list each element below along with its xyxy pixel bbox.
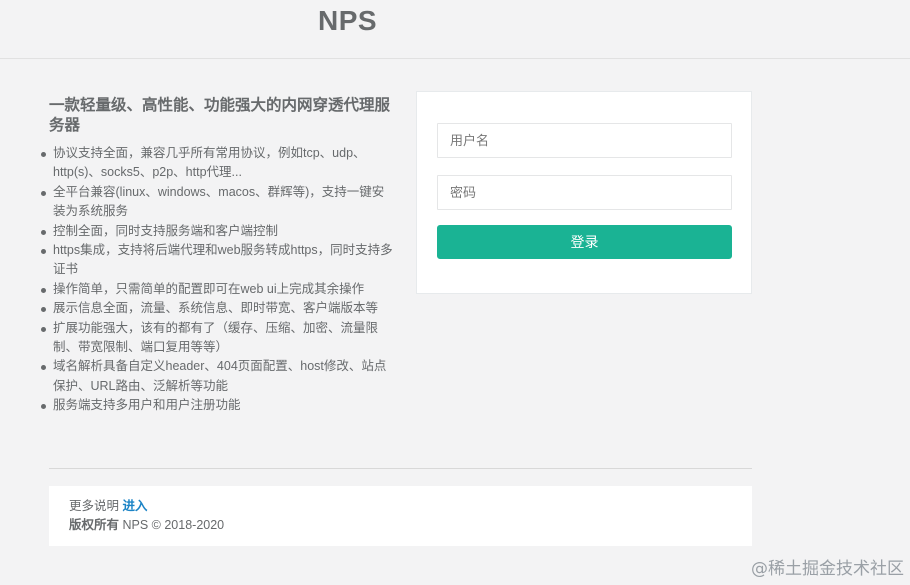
- feature-item: 服务端支持多用户和用户注册功能: [41, 396, 394, 415]
- feature-item: 展示信息全面，流量、系统信息、即时带宽、客户端版本等: [41, 299, 394, 318]
- feature-item: 域名解析具备自定义header、404页面配置、host修改、站点保护、URL路…: [41, 357, 394, 396]
- feature-text: 控制全面，同时支持服务端和客户端控制: [53, 223, 279, 238]
- copyright-label: 版权所有: [69, 518, 120, 532]
- section-divider: [49, 468, 752, 469]
- bullet-icon: [41, 365, 46, 371]
- feature-text: 操作简单，只需简单的配置即可在web ui上完成其余操作: [53, 281, 365, 296]
- feature-text: 服务端支持多用户和用户注册功能: [53, 398, 241, 413]
- watermark-text: @稀土掘金技术社区: [751, 559, 904, 579]
- feature-item: 控制全面，同时支持服务端和客户端控制: [41, 222, 394, 241]
- password-input[interactable]: [437, 175, 732, 210]
- bullet-icon: [41, 249, 46, 255]
- feature-item: 全平台兼容(linux、windows、macos、群辉等)，支持一键安装为系统…: [41, 183, 394, 222]
- bullet-icon: [41, 404, 46, 410]
- feature-text: 协议支持全面，兼容几乎所有常用协议，例如tcp、udp、http(s)、sock…: [53, 146, 366, 180]
- bullet-icon: [41, 307, 46, 313]
- bullet-icon: [41, 326, 46, 332]
- intro-section: 一款轻量级、高性能、功能强大的内网穿透代理服务器 协议支持全面，兼容几乎所有常用…: [41, 96, 394, 416]
- feature-text: 域名解析具备自定义header、404页面配置、host修改、站点保护、URL路…: [53, 359, 387, 393]
- footer-more-row: 更多说明 进入: [69, 497, 732, 516]
- bullet-icon: [41, 287, 46, 293]
- feature-item: https集成，支持将后端代理和web服务转成https，同时支持多证书: [41, 241, 394, 280]
- feature-text: 全平台兼容(linux、windows、macos、群辉等)，支持一键安装为系统…: [53, 184, 385, 219]
- bullet-icon: [41, 190, 46, 196]
- feature-item: 扩展功能强大，该有的都有了（缓存、压缩、加密、流量限制、带宽限制、端口复用等等）: [41, 319, 394, 358]
- bullet-icon: [41, 229, 46, 235]
- feature-text: 扩展功能强大，该有的都有了（缓存、压缩、加密、流量限制、带宽限制、端口复用等等）: [53, 320, 379, 355]
- footer-copyright-row: 版权所有 NPS © 2018-2020: [69, 516, 732, 535]
- more-info-label: 更多说明: [69, 499, 120, 513]
- login-button[interactable]: 登录: [437, 225, 732, 259]
- intro-headline: 一款轻量级、高性能、功能强大的内网穿透代理服务器: [49, 97, 391, 134]
- feature-item: 操作简单，只需简单的配置即可在web ui上完成其余操作: [41, 280, 394, 299]
- username-input[interactable]: [437, 123, 732, 158]
- more-info-link[interactable]: 进入: [123, 499, 148, 513]
- bullet-icon: [41, 152, 46, 157]
- feature-text: https集成，支持将后端代理和web服务转成https，同时支持多证书: [53, 243, 393, 277]
- brand-logo-text: NPS: [318, 5, 378, 36]
- copyright-text: NPS © 2018-2020: [122, 518, 225, 532]
- top-navbar: NPS: [0, 0, 910, 59]
- feature-text: 展示信息全面，流量、系统信息、即时带宽、客户端版本等: [53, 301, 379, 316]
- login-form: 登录: [416, 91, 752, 294]
- feature-list: 协议支持全面，兼容几乎所有常用协议，例如tcp、udp、http(s)、sock…: [41, 144, 394, 416]
- footer: 更多说明 进入 版权所有 NPS © 2018-2020: [49, 486, 752, 546]
- feature-item: 协议支持全面，兼容几乎所有常用协议，例如tcp、udp、http(s)、sock…: [41, 144, 394, 183]
